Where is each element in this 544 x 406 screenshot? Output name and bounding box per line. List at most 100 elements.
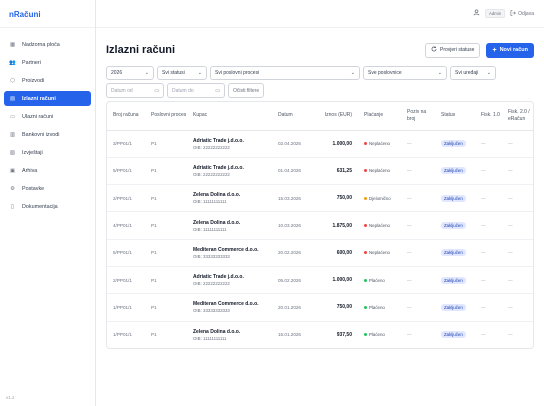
- invoice-date: 15.01.2026: [278, 332, 301, 338]
- invoice-number[interactable]: 1/PP01/1: [107, 321, 145, 348]
- table-header-row: Broj računa Poslovni proces Kupac Datum …: [107, 102, 533, 131]
- buyer-oib: OIB: 22222222222: [193, 144, 230, 150]
- payment-cell: Neplaćeno: [358, 211, 401, 240]
- logout-icon: [510, 9, 516, 18]
- buyer-cell: Adriatic Trade j.d.o.o. OIB: 22222222222: [187, 157, 272, 186]
- chevron-down-icon: ⌄: [486, 70, 491, 76]
- reference-number: —: [401, 293, 435, 322]
- col-fisk2[interactable]: Fisk. 2.0 / eRačun: [502, 102, 533, 131]
- sidebar-item-9[interactable]: ▯ Dokumentacija: [4, 199, 91, 214]
- sidebar-item-2[interactable]: ⬡ Proizvodi: [4, 73, 91, 88]
- status-cell: Zaključen: [435, 130, 475, 158]
- col-status[interactable]: Status: [435, 102, 475, 131]
- status-badge: Zaključen: [441, 140, 466, 148]
- reference-number: —: [401, 239, 435, 267]
- logout-button[interactable]: Odjava: [510, 9, 534, 18]
- invoice-date: 01.04.2026: [272, 157, 318, 186]
- sidebar-item-3[interactable]: ▤ Izlazni računi: [4, 91, 91, 106]
- sidebar-item-label: Izlazni računi: [22, 95, 56, 102]
- invoice-date: 20.02.2026: [272, 239, 318, 267]
- table-row[interactable]: 1/PP01/1 P1 Mediteran Commerce d.o.o. OIB: …: [107, 293, 533, 322]
- buyer-cell: Adriatic Trade j.d.o.o. OIB: 22222222222: [187, 266, 272, 295]
- sidebar-item-7[interactable]: ▣ Arhiva: [4, 163, 91, 178]
- fisk2-status: —: [502, 130, 533, 158]
- col-reference[interactable]: Poziv na broj: [401, 102, 435, 131]
- sidebar-item-8[interactable]: ⚙ Postavke: [4, 181, 91, 196]
- page-header: Izlazni računi Provjeri statuse + Novi r…: [106, 28, 534, 64]
- payment-status: Neplaćeno: [369, 223, 390, 229]
- invoice-number[interactable]: 5/PP01/1: [107, 239, 145, 267]
- sidebar-item-label: Nadzorna ploča: [22, 41, 60, 48]
- invoice-number[interactable]: 2/PP01/1: [107, 266, 145, 295]
- invoice-number[interactable]: 4/PP01/1: [107, 211, 145, 240]
- business-process: P1: [151, 332, 157, 338]
- table-row[interactable]: 3/PP01/1 P1 Adriatic Trade j.d.o.o. OIB: 22…: [107, 130, 533, 158]
- col-number[interactable]: Broj računa: [107, 102, 145, 131]
- table-row[interactable]: 4/PP01/1 P1 Zelena Dolina d.o.o. OIB: 11111…: [107, 211, 533, 240]
- status-badge: Zaključen: [441, 303, 466, 311]
- date-from-input[interactable]: Datum od ▭: [106, 83, 164, 98]
- payment-cell: Djelomično: [358, 184, 401, 213]
- clear-filters-button[interactable]: Očisti filtere: [228, 83, 265, 98]
- col-amount[interactable]: Iznos (EUR): [318, 102, 358, 131]
- year-select[interactable]: 2026 ⌄: [106, 66, 154, 80]
- buyer-cell: Zelena Dolina d.o.o. OIB: 11111111111: [187, 184, 272, 213]
- fisk1-status: —: [475, 239, 502, 267]
- user-icon[interactable]: [473, 9, 480, 18]
- sidebar-item-label: Proizvodi: [22, 77, 45, 84]
- chevron-down-icon: ⌄: [350, 70, 355, 76]
- status-cell: Zaključen: [435, 321, 475, 348]
- payment-status: Plaćeno: [369, 332, 385, 338]
- payment-status-dot: [364, 142, 367, 146]
- report-icon: ▧: [9, 149, 16, 156]
- payment-status-dot: [364, 196, 367, 200]
- sidebar-item-label: Ulazni računi: [22, 113, 54, 120]
- col-date[interactable]: Datum: [272, 102, 318, 131]
- payment-cell: Neplaćeno: [358, 130, 401, 158]
- sidebar-item-1[interactable]: 👥 Partneri: [4, 55, 91, 70]
- invoice-number[interactable]: 5/PP01/1: [107, 157, 145, 186]
- fisk2-status: —: [502, 157, 533, 186]
- col-process[interactable]: Poslovni proces: [145, 102, 187, 131]
- payment-status-dot: [364, 305, 367, 309]
- sidebar-item-0[interactable]: ▦ Nadzorna ploča: [4, 37, 91, 52]
- buyer-name: Zelena Dolina d.o.o.: [193, 192, 241, 199]
- new-invoice-button[interactable]: + Novi račun: [486, 42, 534, 58]
- device-select[interactable]: Svi uređaji ⌄: [450, 66, 496, 80]
- business-process: P1: [145, 266, 187, 295]
- sidebar-item-label: Arhiva: [22, 167, 38, 174]
- fisk2-status: —: [508, 332, 513, 338]
- invoice-amount: 1.000,00: [318, 130, 358, 158]
- reference-number: —: [401, 184, 435, 213]
- buyer-oib: OIB: 11111111111: [193, 199, 227, 205]
- status-badge: Zaključen: [441, 194, 466, 202]
- sidebar-item-6[interactable]: ▧ Izvještaji: [4, 145, 91, 160]
- check-status-button[interactable]: Provjeri statuse: [425, 42, 481, 58]
- col-buyer[interactable]: Kupac: [187, 102, 272, 131]
- invoice-number[interactable]: 3/PP01/1: [107, 130, 145, 158]
- date-from-placeholder: Datum od: [111, 87, 133, 94]
- invoice-number[interactable]: 1/PP01/1: [107, 293, 145, 322]
- business-space-select[interactable]: Sve poslovnice ⌄: [363, 66, 447, 80]
- sidebar-item-5[interactable]: ▥ Bankovni izvodi: [4, 127, 91, 142]
- table-row[interactable]: 1/PP01/1 P1 Zelena Dolina d.o.o. OIB: 11111…: [107, 321, 533, 348]
- app-logo[interactable]: nRačuni: [0, 0, 95, 28]
- status-badge: Zaključen: [441, 276, 466, 284]
- table-row[interactable]: 5/PP01/1 P1 Mediteran Commerce d.o.o. OIB: …: [107, 239, 533, 267]
- buyer-oib: OIB: 22222222222: [193, 171, 230, 177]
- col-fisk1[interactable]: Fisk. 1.0: [475, 102, 502, 131]
- new-invoice-label: Novi račun: [499, 47, 528, 53]
- table-row[interactable]: 2/PP01/1 P1 Adriatic Trade j.d.o.o. OIB: 22…: [107, 266, 533, 295]
- sidebar: nRačuni ▦ Nadzorna ploča 👥 Partneri ⬡ Proizvo…: [0, 0, 96, 406]
- status-select[interactable]: Svi statusi ⌄: [157, 66, 207, 80]
- status-cell: Zaključen: [435, 239, 475, 267]
- table-row[interactable]: 5/PP01/1 P1 Adriatic Trade j.d.o.o. OIB: 22…: [107, 157, 533, 186]
- process-select[interactable]: Svi poslovni procesi ⌄: [210, 66, 360, 80]
- table-row[interactable]: 2/PP01/1 P1 Zelena Dolina d.o.o. OIB: 11111…: [107, 184, 533, 213]
- sidebar-nav: ▦ Nadzorna ploča 👥 Partneri ⬡ Proizvodi ▤ Izlaz…: [0, 28, 95, 214]
- col-payment[interactable]: Plaćanje: [358, 102, 401, 131]
- sidebar-item-4[interactable]: ▭ Ulazni računi: [4, 109, 91, 124]
- status-badge: Zaključen: [441, 249, 466, 257]
- invoice-number[interactable]: 2/PP01/1: [107, 184, 145, 213]
- date-to-input[interactable]: Datum do ▭: [167, 83, 225, 98]
